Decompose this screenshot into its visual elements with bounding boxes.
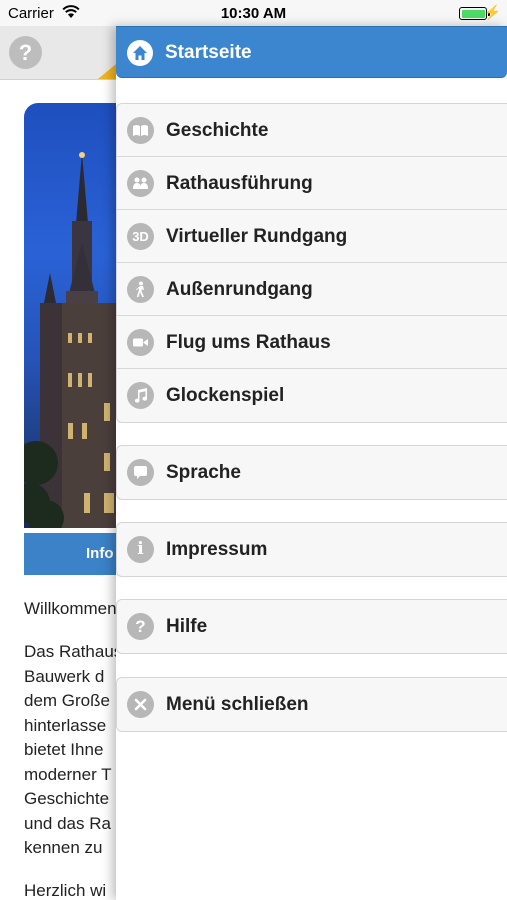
intro-line: moderner T <box>24 764 112 784</box>
menu-item-label: Virtueller Rundgang <box>166 226 348 247</box>
intro-line: hinterlasse <box>24 715 107 735</box>
group-icon <box>127 170 154 197</box>
menu-item-label: Flug ums Rathaus <box>166 332 331 353</box>
menu-item-virtueller-rundgang[interactable]: 3D Virtueller Rundgang <box>117 210 507 263</box>
welcome-text: Willkommen <box>24 599 117 618</box>
speech-bubble-icon <box>127 459 154 486</box>
menu-item-home[interactable]: Startseite <box>116 26 507 78</box>
menu-item-label: Sprache <box>166 462 241 483</box>
menu-item-label: Menü schließen <box>166 694 309 715</box>
menu-item-label: Startseite <box>165 42 252 63</box>
menu-item-label: Impressum <box>166 539 268 560</box>
clock: 10:30 AM <box>220 5 287 22</box>
walking-icon <box>127 276 154 303</box>
menu-item-aussenrundgang[interactable]: Außenrundgang <box>117 263 507 316</box>
menu-item-label: Hilfe <box>166 616 208 637</box>
menu-group-content: Geschichte Rathausführung 3D Virtueller … <box>116 103 507 423</box>
intro-line: und das Ra <box>24 813 111 833</box>
menu-item-label: Glockenspiel <box>166 385 285 406</box>
menu-group-close: Menü schließen <box>116 677 507 732</box>
book-icon <box>127 117 154 144</box>
menu-item-rathausfuehrung[interactable]: Rathausführung <box>117 157 507 210</box>
charging-bolt-icon: ⚡ <box>483 4 501 20</box>
intro-line: bietet Ihne <box>24 740 104 759</box>
menu-item-sprache[interactable]: Sprache <box>117 446 507 499</box>
video-camera-icon <box>127 329 154 356</box>
menu-group-language: Sprache <box>116 445 507 500</box>
menu-group-imprint: i Impressum <box>116 522 507 577</box>
menu-item-label: Geschichte <box>166 120 269 141</box>
menu-item-label: Außenrundgang <box>166 279 313 300</box>
closing-text: Herzlich wi <box>24 881 107 900</box>
intro-line: Bauwerk d <box>24 666 105 686</box>
menu-item-flug-ums-rathaus[interactable]: Flug ums Rathaus <box>117 316 507 369</box>
intro-line: Geschichte <box>24 789 110 808</box>
home-icon <box>127 40 153 66</box>
menu-item-close[interactable]: Menü schließen <box>117 678 507 731</box>
3d-icon: 3D <box>127 223 154 250</box>
help-icon: ? <box>127 613 154 640</box>
intro-line: kennen zu <box>24 838 103 857</box>
intro-paragraph: Das Rathaus Bauwerk d dem Große hinterla… <box>24 640 124 861</box>
status-bar: Carrier 10:30 AM ⚡ <box>0 0 507 26</box>
menu-item-geschichte[interactable]: Geschichte <box>117 104 507 157</box>
help-button[interactable]: ? <box>9 36 42 69</box>
menu-item-label: Rathausführung <box>166 173 313 194</box>
side-menu: Startseite Geschichte Rathausführung 3D … <box>116 26 507 900</box>
intro-line: dem Große <box>24 691 110 710</box>
info-icon: i <box>127 536 154 563</box>
menu-group-help: ? Hilfe <box>116 599 507 654</box>
menu-item-hilfe[interactable]: ? Hilfe <box>117 600 507 653</box>
menu-item-impressum[interactable]: i Impressum <box>117 523 507 576</box>
menu-item-glockenspiel[interactable]: Glockenspiel <box>117 369 507 422</box>
intro-line: Das Rathaus <box>24 642 123 661</box>
close-icon <box>127 691 154 718</box>
music-note-icon <box>127 382 154 409</box>
header-accent-triangle <box>98 64 116 79</box>
